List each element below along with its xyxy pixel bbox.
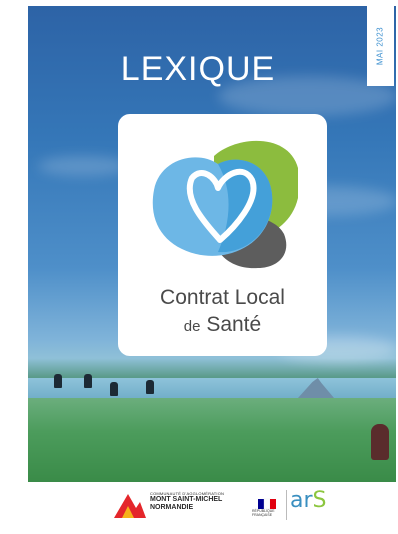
date-tab: MAI 2023 [367,6,394,86]
logo-text-sante: Santé [206,313,262,336]
cam-logo-icon [114,494,146,518]
logo-text-de: de [183,318,201,335]
cls-logo-card: Contrat Local de Santé [118,114,327,356]
footer-partner-logos: COMMUNAUTÉ D'AGGLOMÉRATION MONT SAINT-MI… [28,482,396,534]
cam-line2: MONT SAINT-MICHEL [150,496,223,504]
cam-line3: NORMANDIE [150,503,194,511]
cover-title: LEXIQUE [120,50,276,88]
republique-francaise-text: RÉPUBLIQUE FRANÇAISE [252,509,275,517]
cam-logo-text: COMMUNAUTÉ D'AGGLOMÉRATION MONT SAINT-MI… [150,491,224,511]
cover-photo: LEXIQUE MAI 2023 Contrat Local de Santé [28,6,396,482]
person-silhouette [146,380,154,394]
person-silhouette [54,374,62,388]
cloud [38,156,128,176]
logo-separator [286,490,287,520]
logo-text-line1: Contrat Local [160,286,285,309]
heart-logo-icon [152,140,298,269]
grass-dunes [28,398,396,482]
logo-text-line2: de Santé [118,313,327,337]
ars-logo-s: S [312,488,327,513]
walking-person [371,424,389,460]
ars-logo-ar: ar [290,488,313,513]
publication-date: MAI 2023 [375,26,385,66]
person-silhouette [84,374,92,388]
ars-logo: arS [290,488,327,513]
republique-francaise-logo-icon [258,498,276,510]
person-silhouette [110,382,118,396]
